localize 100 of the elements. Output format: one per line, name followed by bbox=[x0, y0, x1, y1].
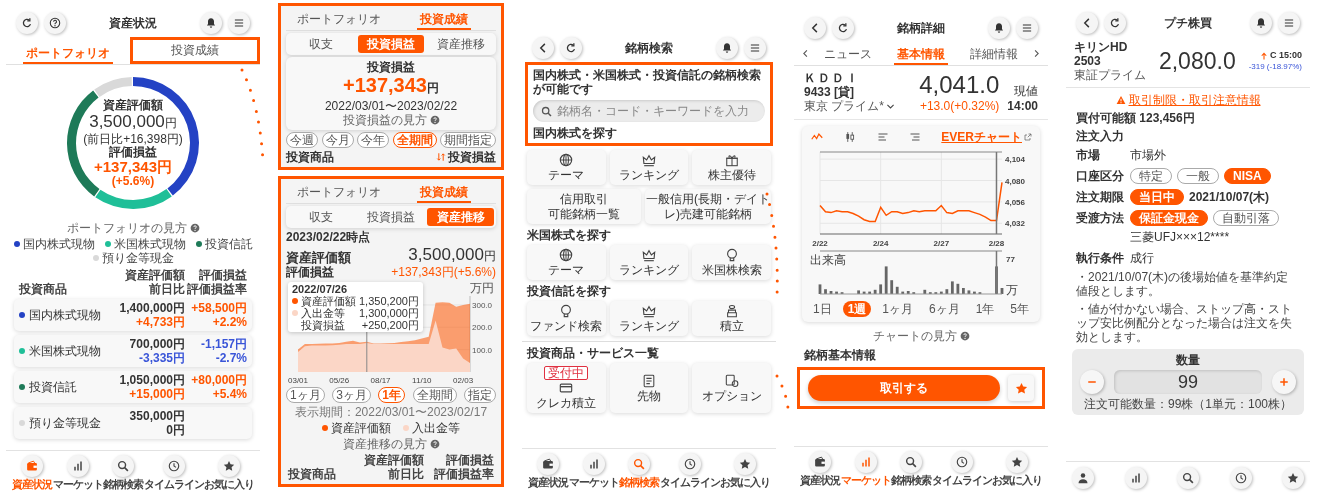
reload-button[interactable] bbox=[560, 37, 582, 59]
segmented-control[interactable]: 収支 投資損益 資産推移 bbox=[286, 33, 496, 55]
field-label: 注文期限 bbox=[1076, 189, 1125, 205]
segment-button[interactable]: 収支 bbox=[288, 208, 355, 226]
notification-button[interactable] bbox=[716, 37, 738, 59]
clock-icon bbox=[683, 458, 696, 470]
option-chip[interactable]: 一般 bbox=[1177, 168, 1219, 184]
help-link[interactable]: ポートフォリオの見方 bbox=[66, 221, 200, 235]
favorite-button[interactable] bbox=[1008, 375, 1034, 401]
help-link[interactable]: 投資損益の見方 bbox=[342, 113, 440, 127]
market-selector[interactable]: 東京 プライム* bbox=[804, 99, 895, 113]
menu-button[interactable] bbox=[744, 37, 766, 59]
column-header: 評価損益 bbox=[445, 453, 494, 467]
nav-tab[interactable] bbox=[1282, 467, 1304, 489]
field-value: 市場外 bbox=[1130, 147, 1166, 163]
nav-tab[interactable]: 資産状況 bbox=[800, 451, 840, 486]
segment-button[interactable]: 収支 bbox=[288, 35, 355, 53]
tab[interactable]: 詳細情報 bbox=[967, 44, 1022, 65]
period-chip[interactable]: 今週 bbox=[286, 132, 318, 148]
back-button[interactable] bbox=[804, 17, 826, 39]
crown-icon bbox=[642, 153, 656, 167]
menu-tile[interactable]: ランキング bbox=[609, 245, 689, 280]
sort-button[interactable]: 投資損益 bbox=[436, 150, 496, 164]
menu-tile[interactable]: 株主優待 bbox=[692, 150, 771, 185]
tab[interactable]: ポートフォリオ bbox=[293, 182, 384, 203]
nav-tab[interactable]: タイムライン bbox=[659, 453, 720, 488]
nav-tab[interactable] bbox=[1177, 467, 1199, 489]
menu-button[interactable] bbox=[1016, 17, 1038, 39]
nav-tab[interactable]: マーケット bbox=[568, 453, 619, 488]
menu-button[interactable] bbox=[228, 12, 250, 34]
period-chip[interactable]: 期間指定 bbox=[440, 132, 496, 148]
tooltip-label: 入出金等 bbox=[301, 307, 345, 319]
help-button[interactable] bbox=[44, 12, 66, 34]
notification-button[interactable] bbox=[1250, 12, 1272, 34]
option-chip[interactable]: 特定 bbox=[1130, 168, 1172, 184]
total-label: 資産評価額 bbox=[103, 98, 163, 112]
reload-button[interactable] bbox=[832, 17, 854, 39]
notification-button[interactable] bbox=[200, 12, 222, 34]
menu-icon bbox=[1021, 22, 1033, 34]
menu-tile[interactable]: テーマ bbox=[527, 150, 606, 185]
period-chip[interactable]: 1ヶ月 bbox=[877, 301, 918, 317]
nav-tab[interactable]: お気に入り bbox=[204, 455, 254, 490]
menu-tile[interactable]: 積立 bbox=[692, 301, 771, 336]
nav-tab[interactable]: お気に入り bbox=[720, 453, 770, 488]
tab[interactable]: 投資成績 bbox=[168, 40, 222, 61]
help-link[interactable]: 資産推移の見方 bbox=[342, 437, 440, 451]
globe-icon bbox=[559, 248, 574, 262]
profit-rate: -2.7% bbox=[215, 351, 247, 365]
reload-button[interactable] bbox=[16, 12, 38, 34]
nav-tab[interactable]: 銘柄検索 bbox=[891, 451, 931, 486]
segmented-control[interactable]: 収支 投資損益 資産推移 bbox=[286, 206, 496, 228]
menu-tile[interactable]: 一般信用(長期・デイト レ)売建可能銘柄 bbox=[645, 189, 771, 224]
period-chip[interactable]: 指定 bbox=[464, 387, 496, 403]
nav-tab[interactable]: お気に入り bbox=[992, 451, 1042, 486]
price-label: 現値 bbox=[1014, 84, 1038, 98]
period-chip[interactable]: 3ヶ月 bbox=[332, 387, 371, 403]
menu-tile[interactable]: 受付中 クレカ積立 bbox=[527, 363, 606, 413]
menu-tile[interactable]: テーマ bbox=[527, 245, 606, 280]
back-button[interactable] bbox=[1076, 12, 1098, 34]
menu-tile[interactable]: 米国株検索 bbox=[692, 245, 771, 280]
period-chip[interactable]: 今月 bbox=[321, 132, 354, 148]
help-link[interactable]: チャートの見方 bbox=[872, 329, 970, 343]
nav-tab[interactable] bbox=[1124, 467, 1147, 489]
menu-button[interactable] bbox=[1278, 12, 1300, 34]
period-chip[interactable]: 1日 bbox=[808, 301, 837, 317]
menu-tile[interactable]: オプション bbox=[692, 363, 771, 413]
period-chip[interactable]: 1ヶ月 bbox=[286, 387, 325, 403]
nav-tab[interactable] bbox=[1229, 467, 1252, 489]
period-chip[interactable]: 6ヶ月 bbox=[923, 301, 965, 317]
reload-button[interactable] bbox=[1104, 12, 1126, 34]
menu-tile[interactable]: ファンド検索 bbox=[527, 301, 606, 336]
quantity-field[interactable]: 99 bbox=[1114, 370, 1262, 394]
menu-tile[interactable]: ランキング bbox=[609, 301, 689, 336]
period-chip[interactable]: 今年 bbox=[357, 132, 389, 148]
tab[interactable]: ニュース bbox=[820, 44, 875, 65]
nav-tab[interactable]: タイムライン bbox=[143, 455, 204, 490]
section-heading: 国内株式を探す bbox=[533, 126, 618, 140]
status-badge: 受付中 bbox=[544, 366, 589, 380]
notification-button[interactable] bbox=[988, 17, 1010, 39]
period-chip[interactable]: 1年 bbox=[970, 301, 1000, 317]
nav-tab[interactable]: マーケット bbox=[52, 455, 103, 490]
tab[interactable]: ポートフォリオ bbox=[293, 9, 384, 30]
nav-tab[interactable] bbox=[1072, 467, 1094, 489]
screen-title: 資産状況 bbox=[108, 16, 158, 30]
menu-tile[interactable]: ランキング bbox=[609, 150, 689, 185]
menu-tile[interactable]: 信用取引 可能銘柄一覧 bbox=[527, 189, 641, 224]
search-field[interactable]: 銘柄名・コード・キーワードを入力 bbox=[533, 100, 765, 122]
option-chip[interactable]: 自動引落 bbox=[1213, 210, 1279, 226]
segment-button[interactable]: 資産推移 bbox=[427, 35, 494, 53]
star-icon bbox=[1014, 381, 1028, 395]
globe-icon bbox=[559, 153, 574, 167]
nav-tab[interactable]: 銘柄検索 bbox=[103, 455, 143, 490]
segment-button[interactable]: 投資損益 bbox=[357, 208, 425, 226]
help-icon bbox=[429, 439, 440, 449]
period-chip[interactable]: 5年 bbox=[1005, 301, 1034, 317]
back-button[interactable] bbox=[532, 37, 554, 59]
menu-tile[interactable]: 先物 bbox=[609, 363, 689, 413]
nav-tab[interactable]: 資産状況 bbox=[528, 453, 568, 488]
nav-tab[interactable]: タイムライン bbox=[931, 451, 992, 486]
period-chip[interactable]: 全期間 bbox=[412, 387, 457, 403]
